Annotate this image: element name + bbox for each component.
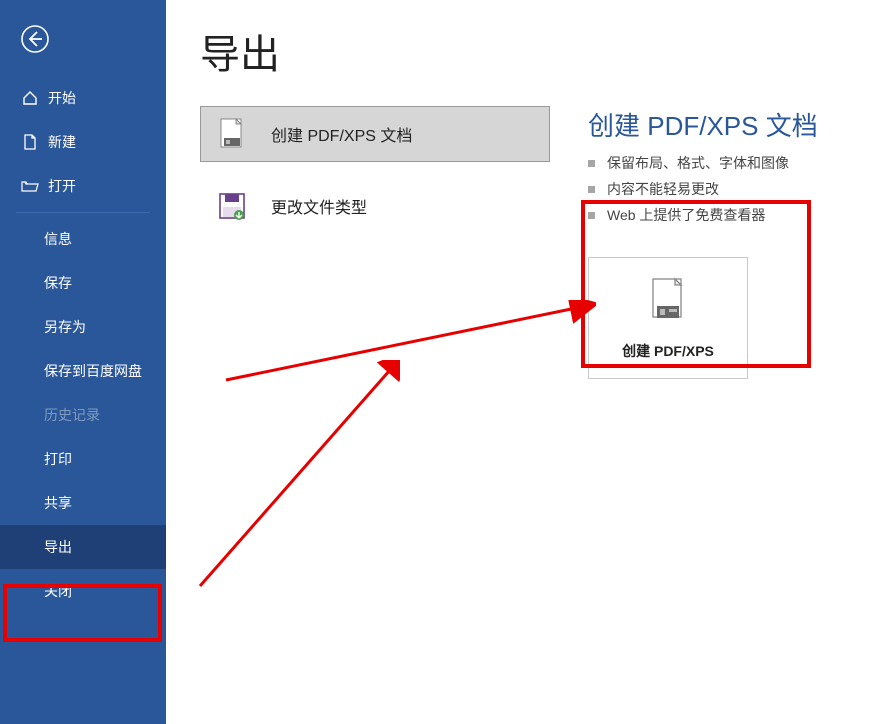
- home-icon: [20, 90, 40, 106]
- pdf-doc-icon: [215, 117, 249, 151]
- export-options: 创建 PDF/XPS 文档 更改文件类型: [200, 106, 560, 379]
- nav-item-close[interactable]: 关闭: [0, 569, 166, 613]
- nav-label: 打开: [48, 176, 76, 196]
- nav-label: 共享: [44, 493, 72, 513]
- nav-label: 新建: [48, 132, 76, 152]
- detail-bullets: 保留布局、格式、字体和图像 内容不能轻易更改 Web 上提供了免费查看器: [588, 153, 818, 225]
- content: 导出 创建 PDF/XPS 文档: [166, 0, 896, 724]
- nav-item-share[interactable]: 共享: [0, 481, 166, 525]
- nav-label: 保存: [44, 273, 72, 293]
- nav-label: 保存到百度网盘: [44, 361, 142, 381]
- nav-item-export[interactable]: 导出: [0, 525, 166, 569]
- list-item: 内容不能轻易更改: [588, 179, 818, 199]
- open-folder-icon: [20, 179, 40, 193]
- nav-label: 关闭: [44, 581, 72, 601]
- list-item: Web 上提供了免费查看器: [588, 205, 818, 225]
- back-arrow-icon: [20, 24, 50, 54]
- nav-item-save-to-baidu[interactable]: 保存到百度网盘: [0, 349, 166, 393]
- nav-label: 信息: [44, 229, 72, 249]
- option-label: 创建 PDF/XPS 文档: [271, 122, 412, 146]
- detail-title: 创建 PDF/XPS 文档: [588, 106, 818, 143]
- nav-label: 导出: [44, 537, 72, 557]
- export-detail: 创建 PDF/XPS 文档 保留布局、格式、字体和图像 内容不能轻易更改 Web…: [588, 106, 818, 379]
- option-label: 更改文件类型: [271, 194, 367, 218]
- nav-item-new[interactable]: 新建: [0, 120, 166, 164]
- nav-item-info[interactable]: 信息: [0, 217, 166, 261]
- sidebar: 开始 新建 打开 信息 保存 另存为: [0, 0, 166, 724]
- option-change-file-type[interactable]: 更改文件类型: [200, 178, 550, 234]
- nav-label: 打印: [44, 449, 72, 469]
- nav-label: 另存为: [44, 317, 86, 337]
- nav-label: 开始: [48, 88, 76, 108]
- page-title: 导出: [200, 22, 862, 80]
- nav-label: 历史记录: [44, 405, 100, 425]
- nav-item-start[interactable]: 开始: [0, 76, 166, 120]
- nav-item-history: 历史记录: [0, 393, 166, 437]
- option-create-pdf-xps[interactable]: 创建 PDF/XPS 文档: [200, 106, 550, 162]
- divider: [16, 212, 150, 213]
- create-pdf-xps-button[interactable]: 创建 PDF/XPS: [588, 257, 748, 379]
- save-type-icon: [215, 189, 249, 223]
- nav-item-save[interactable]: 保存: [0, 261, 166, 305]
- nav-item-saveas[interactable]: 另存为: [0, 305, 166, 349]
- nav: 开始 新建 打开 信息 保存 另存为: [0, 76, 166, 613]
- back-button[interactable]: [14, 18, 56, 60]
- new-file-icon: [20, 134, 40, 150]
- list-item: 保留布局、格式、字体和图像: [588, 153, 818, 173]
- nav-item-open[interactable]: 打开: [0, 164, 166, 208]
- nav-item-print[interactable]: 打印: [0, 437, 166, 481]
- pdf-export-icon: [645, 276, 691, 331]
- button-label: 创建 PDF/XPS: [622, 341, 714, 361]
